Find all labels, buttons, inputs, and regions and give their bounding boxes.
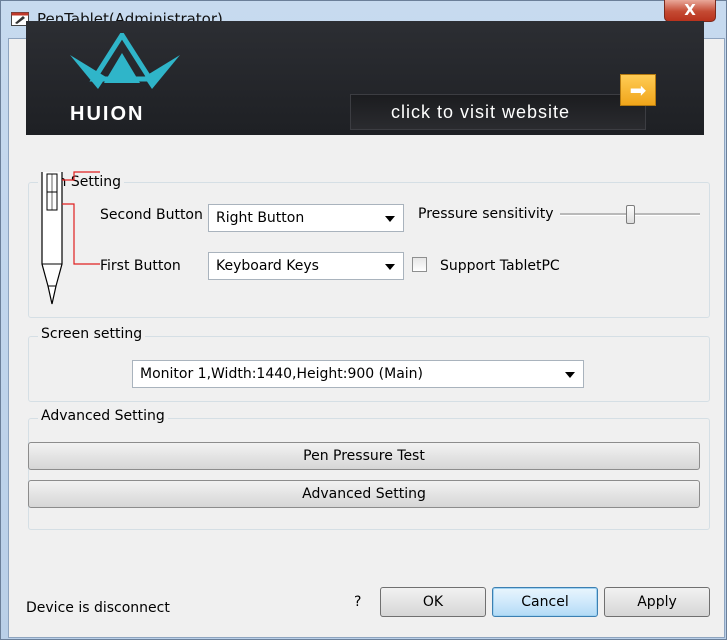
close-button[interactable]: X (664, 0, 716, 22)
first-button-select[interactable]: Keyboard Keys (208, 252, 404, 280)
support-tabletpc-label[interactable]: Support TabletPC (440, 258, 560, 274)
ok-button[interactable]: OK (380, 587, 486, 617)
visit-website-label: click to visit website (391, 102, 571, 122)
huion-crown-logo-icon (70, 33, 180, 89)
second-button-select[interactable]: Right Button (208, 204, 404, 232)
chevron-down-icon (565, 372, 575, 378)
chevron-down-icon (385, 216, 395, 222)
help-button[interactable]: ? (354, 594, 361, 610)
device-status-text: Device is disconnect (26, 600, 170, 616)
pen-setting-group (28, 182, 710, 318)
monitor-select[interactable]: Monitor 1,Width:1440,Height:900 (Main) (132, 360, 584, 388)
second-button-label: Second Button (100, 207, 203, 223)
pen-pressure-test-button[interactable]: Pen Pressure Test (28, 442, 700, 470)
visit-website-link[interactable]: click to visit website (350, 94, 646, 130)
screen-setting-group-label: Screen setting (38, 326, 146, 342)
arrow-right-icon[interactable]: ➡ (620, 74, 656, 106)
advanced-setting-group-label: Advanced Setting (38, 408, 168, 424)
cancel-button[interactable]: Cancel (492, 587, 598, 617)
pressure-slider-thumb[interactable] (625, 205, 635, 224)
support-tabletpc-checkbox[interactable] (412, 257, 427, 272)
pressure-sensitivity-label: Pressure sensitivity (418, 206, 554, 222)
close-icon: X (684, 1, 696, 19)
apply-button[interactable]: Apply (604, 587, 710, 617)
advanced-setting-button[interactable]: Advanced Setting (28, 480, 700, 508)
first-button-label: First Button (100, 258, 181, 274)
advanced-setting-group (28, 418, 710, 530)
chevron-down-icon (385, 264, 395, 270)
huion-logo-text: HUION (70, 103, 145, 125)
huion-banner[interactable]: HUION click to visit website (26, 21, 704, 135)
